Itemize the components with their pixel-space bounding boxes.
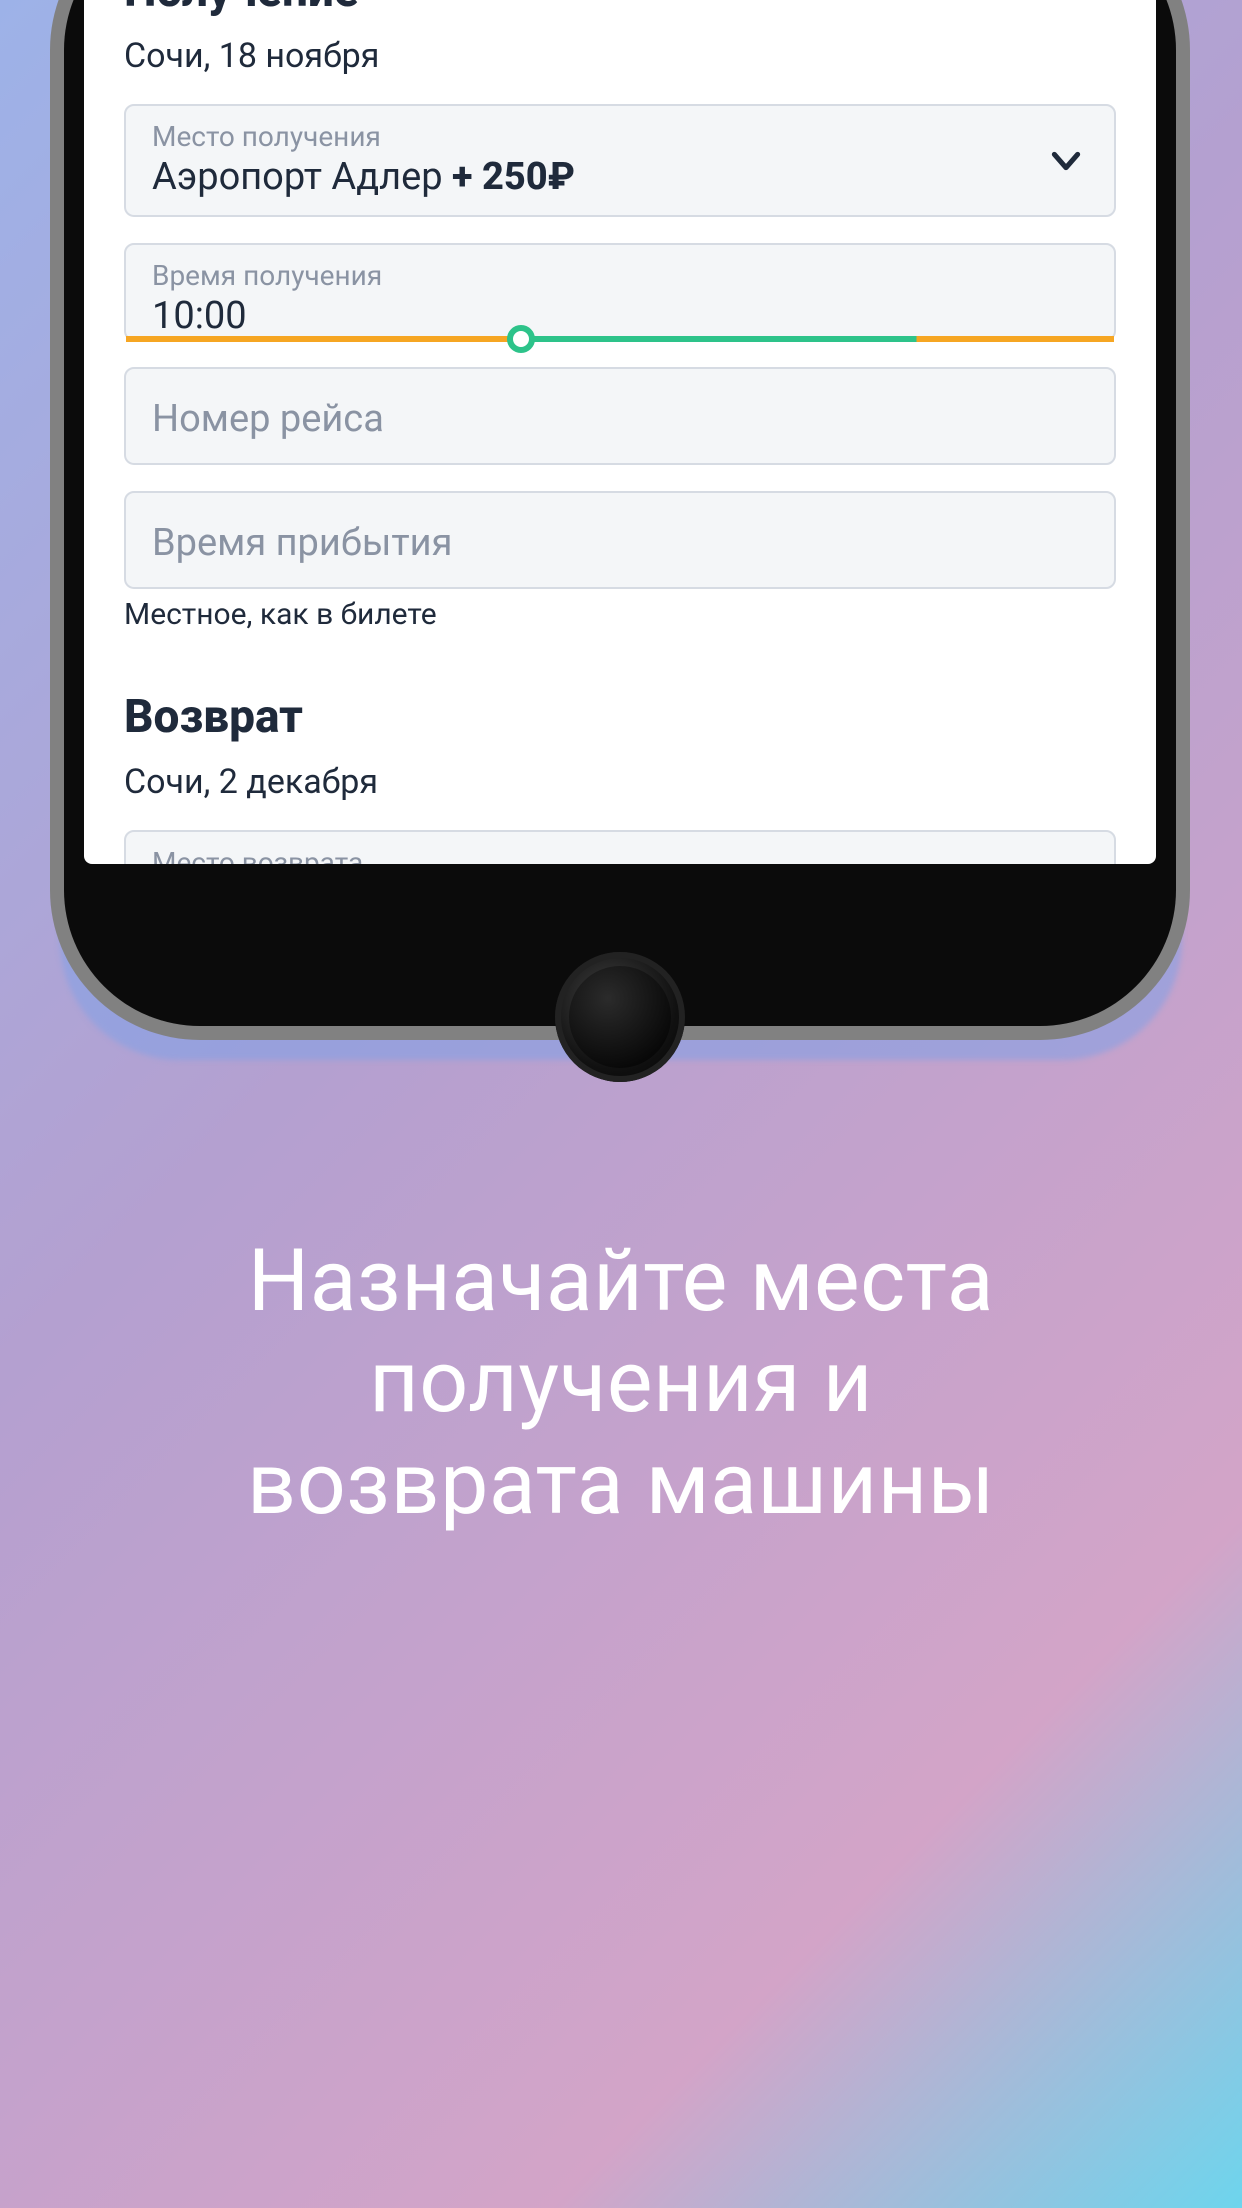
flight-number-input[interactable]: Номер рейса bbox=[124, 367, 1116, 465]
dropoff-location-dropdown[interactable]: Место возврата Аэропорт Адлер + 250₽ bbox=[124, 830, 1116, 864]
pickup-time-field[interactable]: Время получения 10:00 bbox=[124, 243, 1116, 341]
phone-frame: Получение Сочи, 18 ноября Место получени… bbox=[50, 0, 1190, 1040]
pickup-subtitle: Сочи, 18 ноября bbox=[124, 36, 1116, 76]
pickup-location-price: + 250₽ bbox=[452, 155, 575, 199]
home-button-inner bbox=[569, 966, 671, 1068]
phone-bezel: Получение Сочи, 18 ноября Место получени… bbox=[64, 0, 1176, 1026]
dropoff-section-title: Возврат bbox=[124, 690, 1116, 744]
home-button[interactable] bbox=[555, 952, 685, 1082]
promo-line-2: получения и bbox=[369, 1331, 873, 1432]
flight-number-placeholder: Номер рейса bbox=[152, 383, 1088, 441]
chevron-down-icon bbox=[1046, 141, 1086, 181]
time-slider-thumb[interactable] bbox=[507, 325, 535, 353]
pickup-time-label: Время получения bbox=[152, 259, 1088, 292]
pickup-location-label: Место получения bbox=[152, 120, 1088, 153]
pickup-time-value: 10:00 bbox=[152, 294, 1088, 338]
pickup-location-value: Аэропорт Адлер + 250₽ bbox=[152, 155, 1088, 199]
time-slider-track[interactable] bbox=[126, 336, 1114, 342]
dropoff-subtitle: Сочи, 2 декабря bbox=[124, 762, 1116, 802]
arrival-helper-text: Местное, как в билете bbox=[124, 597, 1116, 632]
arrival-time-input[interactable]: Время прибытия bbox=[124, 491, 1116, 589]
pickup-location-name: Аэропорт Адлер bbox=[152, 155, 452, 199]
arrival-time-placeholder: Время прибытия bbox=[152, 507, 1088, 565]
screen: Получение Сочи, 18 ноября Место получени… bbox=[84, 0, 1156, 864]
promo-caption: Назначайте места получения и возврата ма… bbox=[0, 1230, 1242, 1534]
promo-line-1: Назначайте места bbox=[248, 1230, 994, 1331]
promo-line-3: возврата машины bbox=[247, 1433, 995, 1534]
pickup-section-title: Получение bbox=[124, 0, 1116, 18]
dropoff-location-label: Место возврата bbox=[152, 846, 1088, 864]
pickup-location-dropdown[interactable]: Место получения Аэропорт Адлер + 250₽ bbox=[124, 104, 1116, 217]
